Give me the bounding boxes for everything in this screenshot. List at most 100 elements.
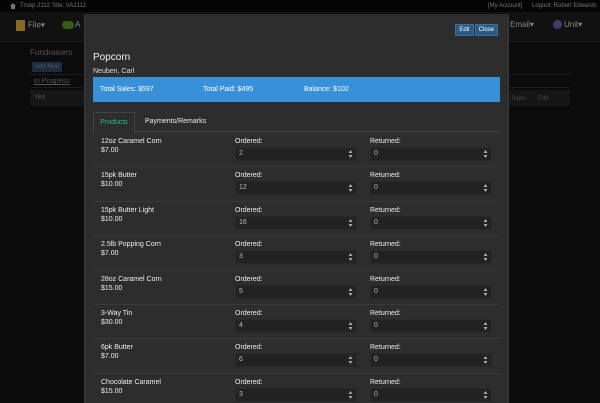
unit-menu[interactable]: Unit▾ — [553, 20, 582, 30]
ordered-value: 3 — [239, 390, 243, 398]
ordered-value: 5 — [239, 287, 243, 295]
product-name: 15pk Butter — [101, 172, 137, 180]
table-row: 28oz Caramel Corn $15.00 Ordered: 5 Returned… — [93, 271, 500, 305]
table-row: 12oz Caramel Corn $7.00 Ordered: 2 Returned:… — [93, 133, 500, 168]
add-new-button[interactable]: Add New — [32, 62, 63, 72]
table-row: 2.5lb Popping Corn $7.00 Ordered: 3 Returned… — [93, 236, 500, 271]
ordered-input[interactable]: 6 — [235, 353, 357, 368]
summary-bar: Total Sales: $597 Total Paid: $495 Balan… — [93, 77, 500, 102]
spinner-icon[interactable] — [348, 252, 353, 262]
logout-link[interactable]: Logout: Robert Edwards — [532, 0, 597, 12]
spinner-icon[interactable] — [483, 218, 488, 228]
returned-value: 0 — [374, 150, 378, 157]
sales-link[interactable]: t Sales — [508, 96, 526, 102]
returned-value: 0 — [374, 184, 378, 192]
returned-input[interactable]: 0 — [370, 250, 492, 265]
fundraisers-heading: Fundraisers — [30, 48, 73, 57]
close-button[interactable]: Close — [474, 24, 498, 36]
ordered-value: 6 — [239, 356, 243, 364]
ordered-input[interactable]: 12 — [235, 181, 357, 196]
product-name: 12oz Caramel Corn — [101, 138, 162, 145]
product-name: 15pk Butter Light — [101, 206, 154, 214]
returned-value: 0 — [374, 287, 378, 295]
table-row: 3-Way Tin $30.00 Ordered: 4 Returned: 0 — [93, 305, 500, 340]
product-name: 6pk Butter — [101, 344, 133, 352]
ordered-input[interactable]: 3 — [235, 387, 357, 402]
product-price: $7.00 — [101, 147, 119, 154]
spinner-icon[interactable] — [348, 287, 353, 297]
in-progress-header[interactable]: In Progress — [34, 78, 70, 85]
spinner-icon[interactable] — [348, 390, 353, 400]
ordered-label: Ordered: — [235, 309, 263, 317]
spinner-icon[interactable] — [483, 390, 488, 400]
returned-input[interactable]: 0 — [370, 147, 492, 161]
returned-label: Returned: — [370, 138, 401, 145]
ordered-label: Ordered: — [235, 241, 263, 249]
ordered-input[interactable]: 3 — [235, 250, 357, 265]
email-menu[interactable]: Email▾ — [510, 20, 534, 29]
file-menu[interactable]: File▾ — [16, 20, 45, 31]
edit-link[interactable]: Edit — [538, 96, 548, 102]
ordered-input[interactable]: 5 — [235, 284, 357, 299]
ordered-value: 3 — [239, 253, 243, 261]
leaf-icon — [62, 20, 74, 29]
spinner-icon[interactable] — [483, 287, 488, 297]
returned-value: 0 — [374, 253, 378, 261]
my-account-link[interactable]: [My Account] — [488, 0, 522, 12]
spinner-icon[interactable] — [483, 321, 488, 331]
spinner-icon[interactable] — [348, 355, 353, 365]
returned-label: Returned: — [370, 172, 401, 180]
ordered-value: 2 — [239, 150, 243, 157]
returned-input[interactable]: 0 — [370, 318, 492, 333]
product-price: $7.00 — [101, 250, 119, 258]
returned-input[interactable]: 0 — [370, 387, 492, 402]
modal-actions: Edit Close — [454, 24, 498, 36]
modal-title: Popcorn — [93, 52, 131, 63]
tab-bar: Products Payments/Remarks — [93, 112, 500, 133]
returned-input[interactable]: 0 — [370, 181, 492, 196]
product-price: $10.00 — [101, 215, 123, 223]
tab-products[interactable]: Products — [93, 112, 135, 133]
product-name: 2.5lb Popping Corn — [101, 241, 161, 249]
yes-cell: Yes — [34, 94, 46, 101]
returned-input[interactable]: 0 — [370, 353, 492, 368]
spinner-icon[interactable] — [348, 149, 353, 159]
spinner-icon[interactable] — [348, 183, 353, 193]
ordered-label: Ordered: — [235, 275, 263, 283]
ordered-label: Ordered: — [235, 206, 263, 214]
product-price: $10.00 — [101, 181, 123, 189]
ordered-input[interactable]: 2 — [235, 147, 357, 161]
product-name: 28oz Caramel Corn — [101, 275, 162, 283]
total-paid: Total Paid: $495 — [203, 86, 254, 93]
spinner-icon[interactable] — [483, 252, 488, 262]
spinner-icon[interactable] — [483, 149, 488, 159]
home-icon[interactable] — [10, 3, 16, 9]
product-list: 12oz Caramel Corn $7.00 Ordered: 2 Returned:… — [93, 133, 500, 403]
returned-label: Returned: — [370, 344, 401, 352]
fundraiser-modal: Edit Close Popcorn Neuben, Carl Total Sal… — [84, 14, 509, 403]
top-bar: Troop 2112 Site: VA2112 [My Account] Log… — [0, 0, 600, 12]
table-row: 15pk Butter $10.00 Ordered: 12 Returned: 0 — [93, 167, 500, 202]
tab-payments-remarks[interactable]: Payments/Remarks — [145, 112, 206, 132]
product-price: $15.00 — [101, 387, 123, 395]
ordered-input[interactable]: 4 — [235, 318, 357, 333]
spinner-icon[interactable] — [348, 321, 353, 331]
spinner-icon[interactable] — [483, 183, 488, 193]
ordered-label: Ordered: — [235, 138, 263, 145]
ordered-input[interactable]: 16 — [235, 215, 357, 230]
returned-label: Returned: — [370, 275, 401, 283]
table-row: Chocolate Caramel $15.00 Ordered: 3 Returned… — [93, 374, 500, 403]
spinner-icon[interactable] — [483, 355, 488, 365]
troop-label: Troop 2112 — [20, 3, 51, 9]
ordered-value: 16 — [239, 218, 247, 226]
returned-label: Returned: — [370, 206, 401, 214]
member-name: Neuben, Carl — [93, 68, 135, 75]
returned-input[interactable]: 0 — [370, 215, 492, 230]
spinner-icon[interactable] — [348, 218, 353, 228]
edit-button[interactable]: Edit — [455, 24, 474, 36]
returned-label: Returned: — [370, 241, 401, 249]
nav-menu-a[interactable]: A — [62, 20, 80, 29]
ordered-value: 12 — [239, 184, 247, 192]
ordered-label: Ordered: — [235, 344, 263, 352]
returned-input[interactable]: 0 — [370, 284, 492, 299]
